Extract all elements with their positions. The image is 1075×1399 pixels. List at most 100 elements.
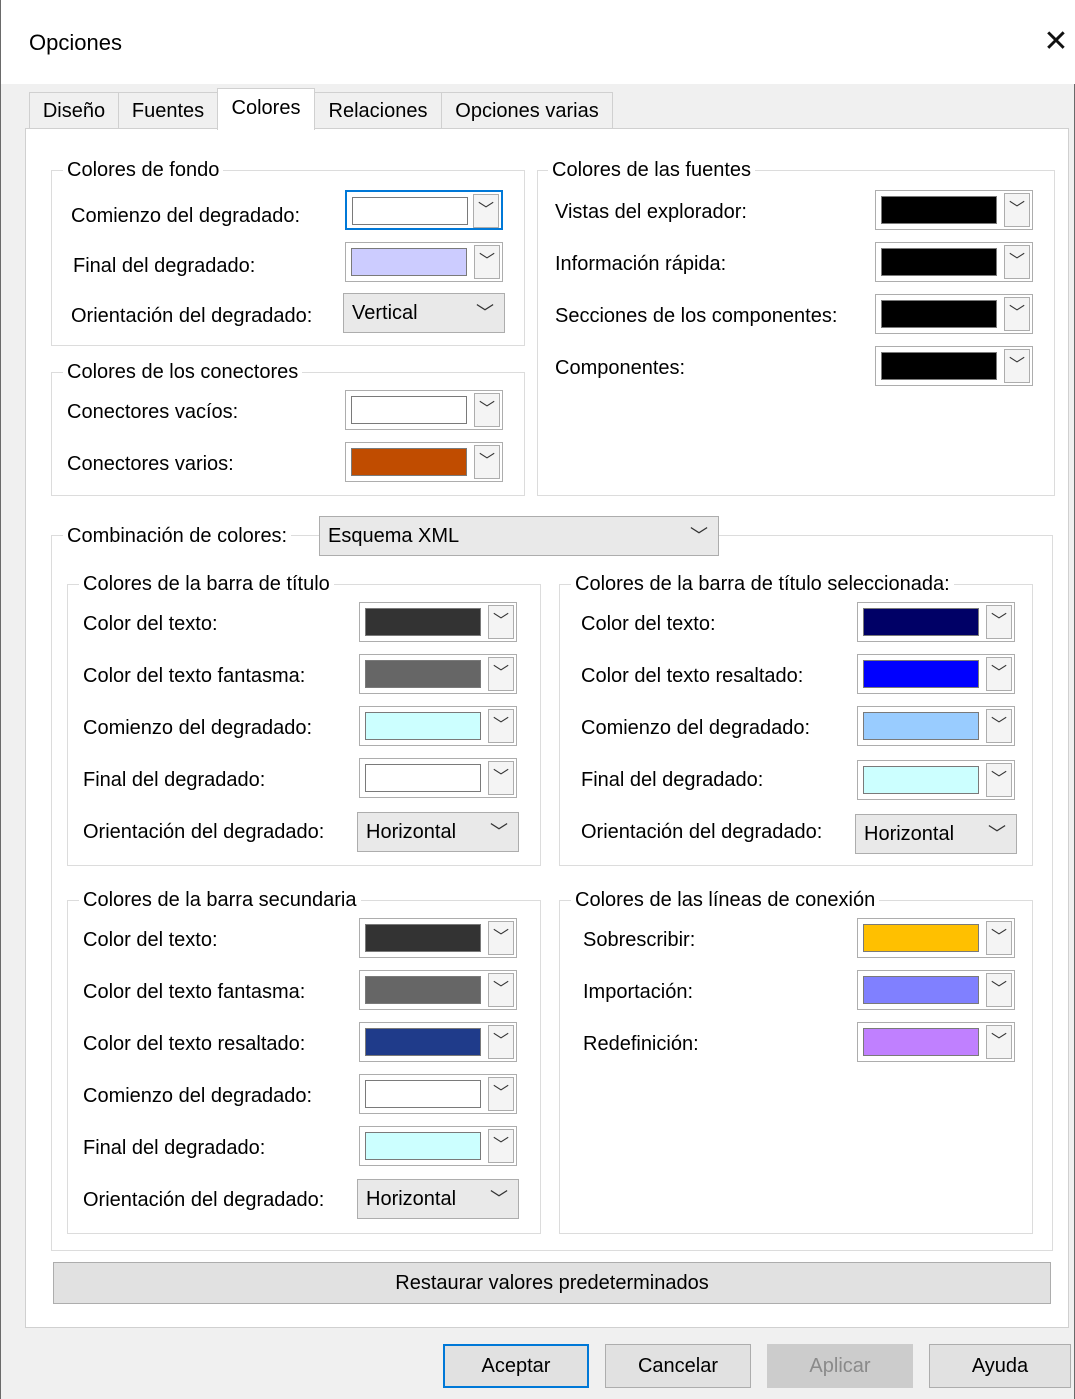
selected-titlebar-colors-legend: Colores de la barra de título selecciona… <box>571 572 954 596</box>
sb-gradient-end-label: Final del degradado: <box>83 1137 266 1159</box>
tb-text-picker[interactable]: ﹀ <box>359 602 517 642</box>
sb-orientation-label: Orientación del degradado: <box>83 1189 325 1211</box>
import-picker[interactable]: ﹀ <box>857 970 1015 1010</box>
redefine-label: Redefinición: <box>583 1033 699 1055</box>
tab-diseno[interactable]: Diseño <box>29 92 119 128</box>
redefine-picker[interactable]: ﹀ <box>857 1022 1015 1062</box>
chevron-down-icon[interactable]: ﹀ <box>488 1129 514 1163</box>
chevron-down-icon[interactable]: ﹀ <box>986 657 1012 691</box>
color-swatch <box>351 448 467 476</box>
components-picker[interactable]: ﹀ <box>875 346 1033 386</box>
chevron-down-icon[interactable]: ﹀ <box>488 761 514 795</box>
sb-gradient-end-picker[interactable]: ﹀ <box>359 1126 517 1166</box>
chevron-down-icon[interactable]: ﹀ <box>474 445 500 479</box>
chevron-down-icon[interactable]: ﹀ <box>488 973 514 1007</box>
chevron-down-icon: ﹀ <box>490 1189 508 1209</box>
stb-text-label: Color del texto: <box>581 613 716 635</box>
chevron-down-icon: ﹀ <box>690 526 708 546</box>
sb-orientation-select[interactable]: Horizontal ﹀ <box>357 1179 519 1219</box>
tb-gradient-end-picker[interactable]: ﹀ <box>359 758 517 798</box>
chevron-down-icon[interactable]: ﹀ <box>986 605 1012 639</box>
stb-highlight-picker[interactable]: ﹀ <box>857 654 1015 694</box>
tb-orientation-select[interactable]: Horizontal ﹀ <box>357 812 519 852</box>
chevron-down-icon[interactable]: ﹀ <box>986 709 1012 743</box>
chevron-down-icon[interactable]: ﹀ <box>488 605 514 639</box>
sb-text-label: Color del texto: <box>83 929 218 951</box>
titlebar-colors-legend: Colores de la barra de título <box>79 572 334 596</box>
various-connectors-picker[interactable]: ﹀ <box>345 442 503 482</box>
stb-text-picker[interactable]: ﹀ <box>857 602 1015 642</box>
chevron-down-icon[interactable]: ﹀ <box>1004 245 1030 279</box>
bg-gradient-end-picker[interactable]: ﹀ <box>345 242 503 282</box>
chevron-down-icon[interactable]: ﹀ <box>488 1077 514 1111</box>
color-swatch <box>365 712 481 740</box>
select-value: Vertical <box>352 302 418 324</box>
color-swatch <box>881 352 997 380</box>
tb-gradient-start-picker[interactable]: ﹀ <box>359 706 517 746</box>
various-connectors-label: Conectores varios: <box>67 453 234 475</box>
chevron-down-icon[interactable]: ﹀ <box>488 1025 514 1059</box>
restore-defaults-button[interactable]: Restaurar valores predeterminados <box>53 1262 1051 1304</box>
stb-gradient-end-picker[interactable]: ﹀ <box>857 760 1015 800</box>
close-icon[interactable]: ✕ <box>1041 24 1071 60</box>
chevron-down-icon: ﹀ <box>476 303 494 323</box>
color-swatch <box>365 660 481 688</box>
chevron-down-icon[interactable]: ﹀ <box>488 657 514 691</box>
bg-gradient-start-picker[interactable]: ﹀ <box>345 190 503 230</box>
quickinfo-picker[interactable]: ﹀ <box>875 242 1033 282</box>
chevron-down-icon[interactable]: ﹀ <box>488 709 514 743</box>
chevron-down-icon[interactable]: ﹀ <box>473 194 499 228</box>
stb-gradient-start-picker[interactable]: ﹀ <box>857 706 1015 746</box>
tb-gradient-end-label: Final del degradado: <box>83 769 266 791</box>
chevron-down-icon[interactable]: ﹀ <box>474 393 500 427</box>
chevron-down-icon[interactable]: ﹀ <box>986 921 1012 955</box>
overwrite-picker[interactable]: ﹀ <box>857 918 1015 958</box>
component-sections-label: Secciones de los componentes: <box>555 305 838 327</box>
tb-text-label: Color del texto: <box>83 613 218 635</box>
sb-highlight-picker[interactable]: ﹀ <box>359 1022 517 1062</box>
chevron-down-icon[interactable]: ﹀ <box>986 1025 1012 1059</box>
stb-orientation-select[interactable]: Horizontal ﹀ <box>855 814 1017 854</box>
overwrite-label: Sobrescribir: <box>583 929 696 951</box>
chevron-down-icon[interactable]: ﹀ <box>986 763 1012 797</box>
chevron-down-icon[interactable]: ﹀ <box>488 921 514 955</box>
color-swatch <box>352 197 468 225</box>
color-swatch <box>881 248 997 276</box>
chevron-down-icon[interactable]: ﹀ <box>1004 349 1030 383</box>
connector-colors-legend: Colores de los conectores <box>63 360 303 384</box>
chevron-down-icon[interactable]: ﹀ <box>1004 297 1030 331</box>
chevron-down-icon[interactable]: ﹀ <box>986 973 1012 1007</box>
sb-text-picker[interactable]: ﹀ <box>359 918 517 958</box>
bg-gradient-end-label: Final del degradado: <box>73 255 256 277</box>
stb-gradient-end-label: Final del degradado: <box>581 769 764 791</box>
chevron-down-icon[interactable]: ﹀ <box>1004 193 1030 227</box>
help-button[interactable]: Ayuda <box>929 1344 1071 1388</box>
bg-orientation-select[interactable]: Vertical ﹀ <box>343 293 505 333</box>
options-dialog: Opciones ✕ Diseño Fuentes Colores Relaci… <box>0 0 1075 1399</box>
select-value: Horizontal <box>864 823 955 845</box>
empty-connectors-picker[interactable]: ﹀ <box>345 390 503 430</box>
chevron-down-icon: ﹀ <box>988 824 1006 844</box>
tab-relaciones[interactable]: Relaciones <box>314 92 442 128</box>
tb-ghost-picker[interactable]: ﹀ <box>359 654 517 694</box>
explorer-views-picker[interactable]: ﹀ <box>875 190 1033 230</box>
tab-colores[interactable]: Colores <box>217 88 315 130</box>
apply-button[interactable]: Aplicar <box>767 1344 913 1388</box>
sb-ghost-picker[interactable]: ﹀ <box>359 970 517 1010</box>
chevron-down-icon[interactable]: ﹀ <box>474 245 500 279</box>
title-bar <box>1 0 1075 84</box>
color-swatch <box>863 766 979 794</box>
import-label: Importación: <box>583 981 694 1003</box>
stb-highlight-label: Color del texto resaltado: <box>581 665 804 687</box>
color-swatch <box>863 924 979 952</box>
tab-fuentes[interactable]: Fuentes <box>118 92 218 128</box>
color-swatch <box>881 300 997 328</box>
connection-line-colors-legend: Colores de las líneas de conexión <box>571 888 880 912</box>
color-scheme-select[interactable]: Esquema XML ﹀ <box>319 516 719 556</box>
tab-opciones-varias[interactable]: Opciones varias <box>441 92 613 128</box>
color-swatch <box>863 976 979 1004</box>
component-sections-picker[interactable]: ﹀ <box>875 294 1033 334</box>
ok-button[interactable]: Aceptar <box>443 1344 589 1388</box>
cancel-button[interactable]: Cancelar <box>605 1344 751 1388</box>
sb-gradient-start-picker[interactable]: ﹀ <box>359 1074 517 1114</box>
